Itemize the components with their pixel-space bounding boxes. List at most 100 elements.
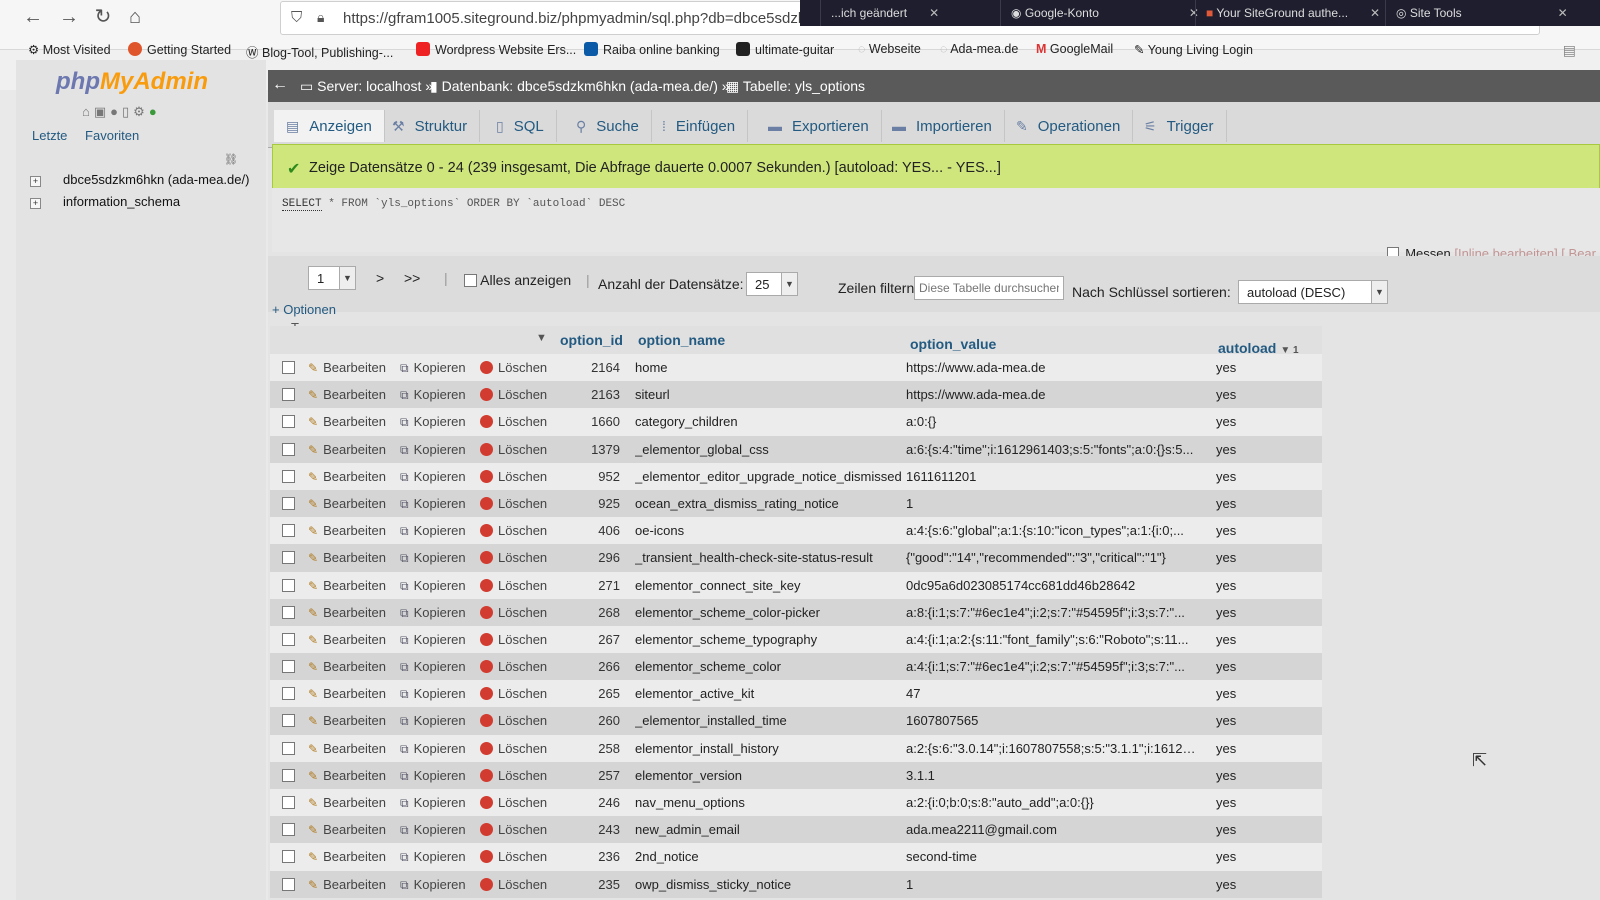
last-page-button[interactable]: >> xyxy=(404,270,420,286)
table-row[interactable]: ✎ Bearbeiten ⧉ Kopieren Löschen 1379 _elemento… xyxy=(270,435,1322,463)
cell-autoload[interactable]: yes xyxy=(1216,877,1236,892)
cell-autoload[interactable]: yes xyxy=(1216,822,1236,837)
settings-icon[interactable]: ⚙ xyxy=(133,104,149,119)
edit-button[interactable]: ✎ Bearbeiten xyxy=(308,686,386,701)
edit-button[interactable]: ✎ Bearbeiten xyxy=(308,741,386,756)
cell-option-id[interactable]: 246 xyxy=(560,795,620,810)
delete-button[interactable]: Löschen xyxy=(480,713,547,728)
cell-option-id[interactable]: 271 xyxy=(560,578,620,593)
copy-button[interactable]: ⧉ Kopieren xyxy=(400,550,466,566)
favorites-tab[interactable]: Favoriten xyxy=(85,128,139,143)
cell-option-value[interactable]: a:2:{i:0;b:0;s:8:"auto_add";a:0:{}} xyxy=(906,795,1196,810)
table-row[interactable]: ✎ Bearbeiten ⧉ Kopieren Löschen 265 elementor_… xyxy=(270,680,1322,708)
next-page-button[interactable]: > xyxy=(376,270,384,286)
docs-icon[interactable]: ▯ xyxy=(122,104,133,119)
cell-option-name[interactable]: 2nd_notice xyxy=(635,849,905,864)
cell-autoload[interactable]: yes xyxy=(1216,632,1236,647)
cell-option-value[interactable]: a:6:{s:4:"time";i:1612961403;s:5:"fonts"… xyxy=(906,442,1196,457)
table-row[interactable]: ✎ Bearbeiten ⧉ Kopieren Löschen 271 elementor_… xyxy=(270,571,1322,599)
home-icon[interactable]: ⌂ xyxy=(122,4,148,30)
edit-button[interactable]: ✎ Bearbeiten xyxy=(308,849,386,864)
delete-button[interactable]: Löschen xyxy=(480,686,547,701)
cell-autoload[interactable]: yes xyxy=(1216,414,1236,429)
delete-button[interactable]: Löschen xyxy=(480,442,547,457)
cell-option-value[interactable]: a:4:{s:6:"global";a:1:{s:10:"icon_types"… xyxy=(906,523,1196,538)
browser-tab[interactable]: ◎ Site Tools ✕ xyxy=(1385,0,1578,26)
cell-option-value[interactable]: a:0:{} xyxy=(906,414,1196,429)
reload-icon[interactable]: ↻ xyxy=(90,4,116,30)
cell-option-name[interactable]: ocean_extra_dismiss_rating_notice xyxy=(635,496,905,511)
cell-option-name[interactable]: _elementor_global_css xyxy=(635,442,905,457)
delete-button[interactable]: Löschen xyxy=(480,550,547,565)
bookmark-getting-started[interactable]: Getting Started xyxy=(128,42,231,57)
cell-option-value[interactable]: a:2:{s:6:"3.0.14";i:1607807558;s:5:"3.1.… xyxy=(906,741,1196,756)
table-row[interactable]: ✎ Bearbeiten ⧉ Kopieren Löschen 2163 siteurl ht… xyxy=(270,381,1322,409)
edit-button[interactable]: ✎ Bearbeiten xyxy=(308,414,386,429)
expand-icon[interactable]: + xyxy=(30,198,41,209)
table-row[interactable]: ✎ Bearbeiten ⧉ Kopieren Löschen 406 oe-icons a:… xyxy=(270,517,1322,545)
col-option-name[interactable]: option_name xyxy=(638,332,725,348)
row-checkbox[interactable] xyxy=(282,524,295,538)
cell-option-id[interactable]: 260 xyxy=(560,713,620,728)
bookmark-most-visited[interactable]: ⚙ Most Visited xyxy=(28,42,111,57)
db-item[interactable]: + dbce5sdzkm6hkn (ada-mea.de/) xyxy=(30,172,249,187)
row-checkbox[interactable] xyxy=(282,496,295,510)
table-row[interactable]: ✎ Bearbeiten ⧉ Kopieren Löschen 925 ocean_extr… xyxy=(270,489,1322,518)
recent-tab[interactable]: Letzte xyxy=(32,128,67,143)
browser-tab[interactable]: ◉ Google-Konto ✕ xyxy=(1000,0,1209,26)
cell-option-name[interactable]: elementor_connect_site_key xyxy=(635,578,905,593)
copy-button[interactable]: ⧉ Kopieren xyxy=(400,849,466,865)
delete-button[interactable]: Löschen xyxy=(480,469,547,484)
tab-einfuegen[interactable]: ⁞ Einfügen xyxy=(650,110,749,142)
tab-struktur[interactable]: ⚒ Struktur xyxy=(380,110,481,142)
row-checkbox[interactable] xyxy=(282,469,295,483)
delete-button[interactable]: Löschen xyxy=(480,822,547,837)
cell-option-name[interactable]: nav_menu_options xyxy=(635,795,905,810)
copy-button[interactable]: ⧉ Kopieren xyxy=(400,523,466,539)
show-all-option[interactable]: Alles anzeigen xyxy=(464,272,571,288)
cell-option-value[interactable]: second-time xyxy=(906,849,1196,864)
cell-option-id[interactable]: 406 xyxy=(560,523,620,538)
table-row[interactable]: ✎ Bearbeiten ⧉ Kopieren Löschen 266 elementor_… xyxy=(270,653,1322,681)
col-option-value[interactable]: option_value xyxy=(910,336,996,352)
close-tab-icon[interactable]: ✕ xyxy=(929,6,939,20)
cell-option-id[interactable]: 236 xyxy=(560,849,620,864)
bookmark-googlemail[interactable]: M GoogleMail xyxy=(1036,42,1113,56)
bookmark-ultimate-guitar[interactable]: ultimate-guitar xyxy=(736,42,834,57)
copy-button[interactable]: ⧉ Kopieren xyxy=(400,822,466,838)
row-checkbox[interactable] xyxy=(282,660,295,674)
cell-autoload[interactable]: yes xyxy=(1216,849,1236,864)
tab-sql[interactable]: ▯ SQL xyxy=(484,110,557,142)
tab-anzeigen[interactable]: ▤ Anzeigen xyxy=(274,110,385,142)
edit-button[interactable]: ✎ Bearbeiten xyxy=(308,550,386,565)
copy-button[interactable]: ⧉ Kopieren xyxy=(400,713,466,729)
table-row[interactable]: ✎ Bearbeiten ⧉ Kopieren Löschen 296 _transient… xyxy=(270,544,1322,572)
show-all-checkbox[interactable] xyxy=(464,274,477,287)
delete-button[interactable]: Löschen xyxy=(480,605,547,620)
delete-button[interactable]: Löschen xyxy=(480,849,547,864)
bookmark-blog-tool[interactable]: Ⓦ Blog-Tool, Publishing-... xyxy=(246,42,393,61)
breadcrumb-database[interactable]: ▮ Datenbank: dbce5sdzkm6hkn (ada-mea.de/… xyxy=(430,78,730,95)
edit-button[interactable]: ✎ Bearbeiten xyxy=(308,469,386,484)
tab-suche[interactable]: ⚲ Suche xyxy=(564,110,652,142)
cell-option-id[interactable]: 296 xyxy=(560,550,620,565)
cell-autoload[interactable]: yes xyxy=(1216,523,1236,538)
lock-icon[interactable]: 🔒︎ xyxy=(317,9,324,26)
cell-autoload[interactable]: yes xyxy=(1216,496,1236,511)
edit-button[interactable]: ✎ Bearbeiten xyxy=(308,578,386,593)
cell-autoload[interactable]: yes xyxy=(1216,605,1236,620)
reader-view-icon[interactable]: ▤ xyxy=(1563,42,1576,59)
row-checkbox[interactable] xyxy=(282,714,295,728)
delete-button[interactable]: Löschen xyxy=(480,768,547,783)
cell-autoload[interactable]: yes xyxy=(1216,659,1236,674)
row-checkbox[interactable] xyxy=(282,741,295,755)
edit-button[interactable]: ✎ Bearbeiten xyxy=(308,605,386,620)
cell-option-value[interactable]: a:8:{i:1;s:7:"#6ec1e4";i:2;s:7:"#54595f"… xyxy=(906,605,1196,620)
cell-option-name[interactable]: home xyxy=(635,360,905,375)
cell-autoload[interactable]: yes xyxy=(1216,686,1236,701)
table-row[interactable]: ✎ Bearbeiten ⧉ Kopieren Löschen 268 elementor_… xyxy=(270,598,1322,626)
cell-option-value[interactable]: ada.mea2211@gmail.com xyxy=(906,822,1196,837)
cell-option-value[interactable]: 1607807565 xyxy=(906,713,1196,728)
cell-autoload[interactable]: yes xyxy=(1216,713,1236,728)
delete-button[interactable]: Löschen xyxy=(480,496,547,511)
